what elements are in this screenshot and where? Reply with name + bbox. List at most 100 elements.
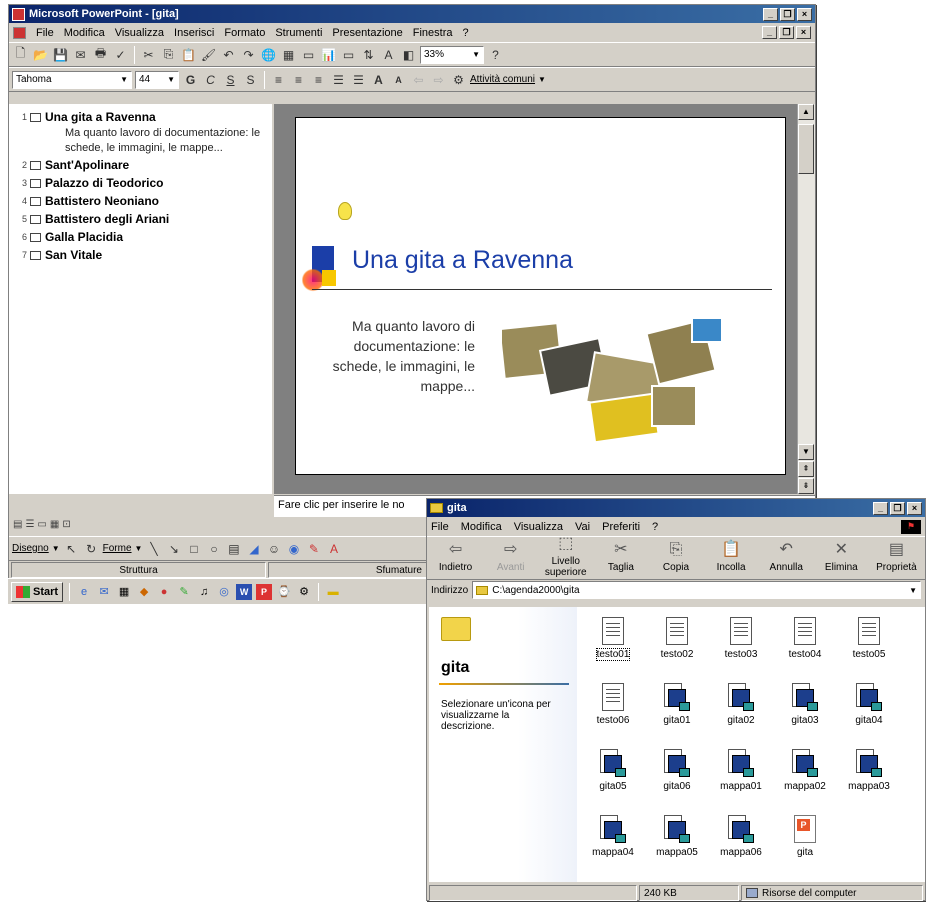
slide-view-icon[interactable]: ▭ [37, 519, 46, 533]
menu-file[interactable]: File [431, 521, 449, 533]
new-slide-icon[interactable]: ▭ [340, 46, 357, 63]
channels-icon[interactable]: ◆ [136, 584, 152, 600]
file-item[interactable]: testo03 [709, 617, 773, 660]
outline-item[interactable]: 6 Galla Placidia [13, 228, 272, 246]
chart-icon[interactable]: 📊 [320, 46, 337, 63]
hyperlink-icon[interactable]: 🌐 [260, 46, 277, 63]
shadow-button[interactable]: S [242, 71, 259, 88]
file-item[interactable]: testo04 [773, 617, 837, 660]
scroll-down-icon[interactable]: ▼ [798, 444, 814, 460]
app-icon[interactable]: ◎ [216, 584, 232, 600]
properties-button[interactable]: ▤ Proprietà [871, 541, 922, 573]
table-icon[interactable]: ▦ [280, 46, 297, 63]
menu-modifica[interactable]: Modifica [64, 27, 105, 39]
paste-button[interactable]: 📋 Incolla [706, 541, 757, 573]
spelling-icon[interactable]: ✓ [112, 46, 129, 63]
email-icon[interactable]: ✉ [72, 46, 89, 63]
file-item[interactable]: gita04 [837, 683, 901, 726]
redo-icon[interactable]: ↷ [240, 46, 257, 63]
align-right-icon[interactable]: ≡ [310, 71, 327, 88]
internet-explorer-icon[interactable]: e [76, 584, 92, 600]
align-center-icon[interactable]: ≡ [290, 71, 307, 88]
address-input[interactable]: C:\agenda2000\gita ▼ [472, 581, 921, 599]
word-icon[interactable]: W [236, 583, 253, 600]
underline-button[interactable]: S [222, 71, 239, 88]
bold-button[interactable]: G [182, 71, 199, 88]
bullets-icon[interactable]: ☰ [350, 71, 367, 88]
next-slide-icon[interactable]: ⇟ [798, 478, 814, 494]
menu-formato[interactable]: Formato [224, 27, 265, 39]
common-tasks-button[interactable]: Attività comuni [470, 74, 535, 85]
clipart-icon[interactable]: ☺ [265, 540, 282, 557]
file-item[interactable]: gita01 [645, 683, 709, 726]
print-icon[interactable]: 🖶 [92, 46, 109, 63]
rectangle-icon[interactable]: □ [185, 540, 202, 557]
menu-finestra[interactable]: Finestra [413, 27, 453, 39]
doc-minimize-button[interactable]: _ [762, 26, 777, 39]
scroll-thumb[interactable] [798, 124, 814, 174]
file-item[interactable]: mappa04 [581, 815, 645, 858]
menu-file[interactable]: File [36, 27, 54, 39]
font-color-icon[interactable]: A [325, 540, 342, 557]
help-icon[interactable]: ? [487, 46, 504, 63]
format-painter-icon[interactable]: 🖌 [200, 46, 217, 63]
doc-close-button[interactable]: × [796, 26, 811, 39]
numbering-icon[interactable]: ☰ [330, 71, 347, 88]
powerpoint-taskbar-icon[interactable]: P [256, 583, 273, 600]
media-icon[interactable]: ♫ [196, 584, 212, 600]
file-item[interactable]: testo05 [837, 617, 901, 660]
file-item[interactable]: mappa05 [645, 815, 709, 858]
file-item[interactable]: mappa06 [709, 815, 773, 858]
paint-icon[interactable]: ✎ [176, 584, 192, 600]
promote-icon[interactable]: ⇦ [410, 71, 427, 88]
grayscale-icon[interactable]: ◧ [400, 46, 417, 63]
select-pointer-icon[interactable]: ↖ [63, 540, 80, 557]
tool-icon[interactable]: ⚙ [296, 584, 312, 600]
line-color-icon[interactable]: ✎ [305, 540, 322, 557]
menu-strumenti[interactable]: Strumenti [275, 27, 322, 39]
restore-button[interactable]: ❐ [890, 501, 905, 515]
file-item[interactable]: gita02 [709, 683, 773, 726]
undo-button[interactable]: ↶ Annulla [761, 541, 812, 573]
outline-item[interactable]: 2 Sant'Apolinare [13, 156, 272, 174]
save-icon[interactable]: 💾 [52, 46, 69, 63]
file-item[interactable]: gita06 [645, 749, 709, 792]
outline-item[interactable]: 7 San Vitale [13, 246, 272, 264]
messenger-icon[interactable]: ● [156, 584, 172, 600]
delete-button[interactable]: ✕ Elimina [816, 541, 867, 573]
menu-presentazione[interactable]: Presentazione [332, 27, 402, 39]
file-item[interactable]: mappa03 [837, 749, 901, 792]
menu-preferiti[interactable]: Preferiti [602, 521, 640, 533]
desktop-icon[interactable]: ▦ [116, 584, 132, 600]
start-button[interactable]: Start [11, 581, 64, 602]
up-level-button[interactable]: ⬚ Livello superiore [540, 536, 591, 579]
outline-pane[interactable]: 1 Una gita a Ravenna Ma quanto lavoro di d… [9, 104, 272, 494]
wordart-icon[interactable]: ◢ [245, 540, 262, 557]
textbox-icon[interactable]: ▤ [225, 540, 242, 557]
file-item[interactable]: testo02 [645, 617, 709, 660]
outline-view-icon[interactable]: ☰ [25, 519, 34, 533]
ppt-titlebar[interactable]: Microsoft PowerPoint - [gita] _ ❐ × [9, 5, 815, 23]
oval-icon[interactable]: ○ [205, 540, 222, 557]
align-left-icon[interactable]: ≡ [270, 71, 287, 88]
file-item[interactable]: gita05 [581, 749, 645, 792]
slide-canvas[interactable]: Una gita a Ravenna Ma quanto lavoro di d… [295, 117, 786, 475]
open-icon[interactable]: 📂 [32, 46, 49, 63]
font-name-select[interactable]: Tahoma ▼ [12, 70, 132, 89]
shapes-menu[interactable]: Forme [103, 543, 132, 554]
file-item[interactable]: gita [773, 815, 837, 858]
font-size-select[interactable]: 44 ▼ [135, 70, 179, 89]
file-item[interactable]: gita03 [773, 683, 837, 726]
menu-help[interactable]: ? [463, 27, 469, 39]
cut-icon[interactable]: ✂ [140, 46, 157, 63]
demote-icon[interactable]: ⇨ [430, 71, 447, 88]
copy-icon[interactable]: ⎘ [160, 46, 177, 63]
explorer-titlebar[interactable]: gita _ ❐ × [427, 499, 925, 517]
forward-button[interactable]: ⇨ Avanti [485, 541, 536, 573]
insert-window-icon[interactable]: ▭ [300, 46, 317, 63]
outline-body[interactable]: Ma quanto lavoro di documentazione: le s… [65, 126, 272, 156]
outline-item[interactable]: 4 Battistero Neoniano [13, 192, 272, 210]
zoom-select[interactable]: 33% ▼ [420, 45, 484, 64]
rotate-icon[interactable]: ↻ [83, 540, 100, 557]
menu-inserisci[interactable]: Inserisci [174, 27, 214, 39]
